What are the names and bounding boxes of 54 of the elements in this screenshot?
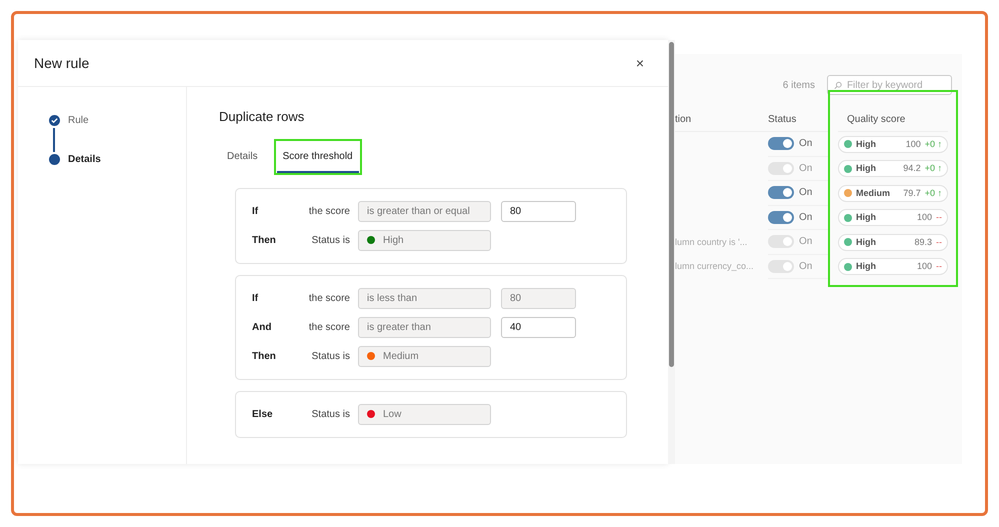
select-field[interactable]: 80	[501, 288, 576, 308]
rule-keyword: And	[252, 320, 272, 334]
scrollbar-thumb[interactable]	[669, 42, 674, 367]
toggle-switch[interactable]	[768, 186, 794, 200]
toggle-switch[interactable]	[768, 210, 794, 224]
section-heading: Duplicate rows	[219, 108, 306, 126]
toggle-label: On	[799, 210, 812, 225]
toggle-switch[interactable]	[768, 137, 794, 150]
table-cell-text: lumn currency_co...	[675, 260, 754, 273]
select-field[interactable]: is greater than or equal	[358, 200, 491, 222]
rule-subject: the score	[308, 320, 350, 334]
rule-subject: Status is	[310, 350, 350, 364]
score-pill: High 100 +0 ↑	[838, 136, 948, 153]
rule-keyword: Then	[252, 350, 277, 364]
toggle-label: On	[799, 186, 812, 200]
filter-input[interactable]: Filter by keyword	[846, 78, 945, 92]
step-label[interactable]: Rule	[68, 113, 89, 128]
status-field[interactable]: Medium	[358, 346, 491, 366]
status-field[interactable]: Low	[358, 404, 491, 424]
rule-keyword: Else	[252, 408, 274, 422]
score-pill: High 94.2 +0 ↑	[838, 160, 948, 178]
toggle-label: On	[799, 137, 812, 152]
rule-subject: Status is	[310, 408, 350, 422]
select-field[interactable]: is less than	[358, 288, 491, 308]
rule-subject: Status is	[310, 234, 350, 248]
dialog-title: New rule	[34, 54, 90, 72]
toggle-label: On	[799, 260, 812, 274]
select-field[interactable]: is greater than	[358, 316, 491, 338]
column-header: Quality score	[847, 113, 906, 127]
value-field[interactable]: 80	[501, 200, 576, 222]
filter-field[interactable]: Filter by keyword	[827, 75, 952, 95]
score-pill: High 89.3 --	[838, 234, 948, 251]
rule-keyword: Then	[252, 234, 277, 248]
tab[interactable]: Score threshold	[276, 140, 359, 172]
score-pill: High 100 --	[838, 258, 948, 276]
search-icon	[834, 80, 842, 90]
status-field[interactable]: High	[358, 230, 491, 250]
toggle-label: On	[799, 235, 812, 250]
step-label[interactable]: Details	[68, 152, 101, 167]
column-header: tion	[675, 113, 692, 127]
rule-keyword: If	[252, 204, 260, 218]
step-connector	[53, 128, 55, 152]
rule-subject: the score	[308, 204, 350, 218]
toggle-label: On	[799, 162, 812, 176]
score-pill: High 100 --	[838, 209, 948, 226]
value-field[interactable]: 40	[501, 316, 576, 338]
item-count: 6 items	[782, 78, 815, 92]
table-cell: lumn country is '...	[675, 236, 748, 249]
score-pill: Medium 79.7 +0 ↑	[838, 184, 948, 202]
close-button[interactable]: ×	[636, 52, 644, 74]
tab[interactable]: Details	[221, 140, 264, 172]
rule-subject: the score	[308, 292, 350, 306]
column-header: Status	[768, 113, 796, 127]
rule-keyword: If	[252, 292, 260, 306]
